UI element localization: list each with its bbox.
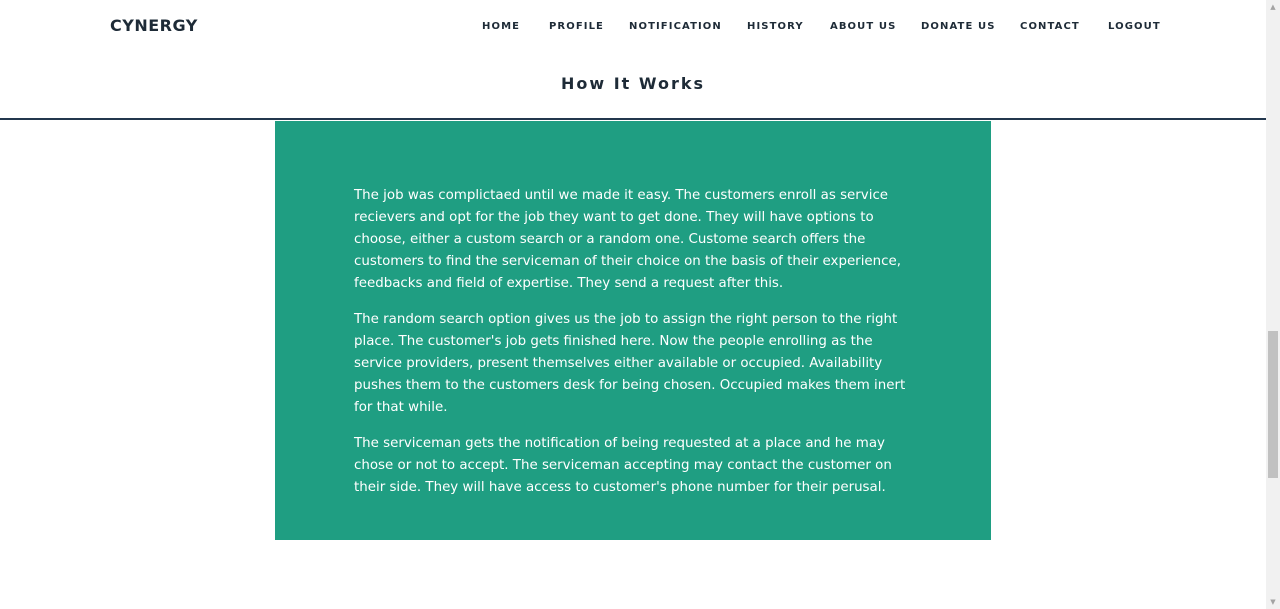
scrollbar-thumb[interactable] [1268, 331, 1278, 478]
nav-donate-us[interactable]: DONATE US [921, 20, 996, 34]
nav-home[interactable]: HOME [482, 20, 520, 34]
how-it-works-text: The job was complictaed until we made it… [354, 185, 914, 513]
nav-about-us[interactable]: ABOUT US [830, 20, 896, 34]
page: CYNERGY HOME PROFILE NOTIFICATION HISTOR… [0, 0, 1280, 609]
how-it-works-panel: The job was complictaed until we made it… [275, 121, 991, 540]
nav-logout[interactable]: LOGOUT [1108, 20, 1161, 34]
paragraph: The random search option gives us the jo… [354, 312, 906, 415]
scroll-up-icon[interactable]: ▲ [1266, 0, 1280, 14]
main-nav: HOME PROFILE NOTIFICATION HISTORY ABOUT … [0, 20, 1266, 34]
paragraph: The job was complictaed until we made it… [354, 188, 901, 291]
scroll-down-icon[interactable]: ▼ [1266, 595, 1280, 609]
nav-notification[interactable]: NOTIFICATION [629, 20, 722, 34]
section-title: How It Works [560, 74, 706, 93]
nav-history[interactable]: HISTORY [747, 20, 804, 34]
paragraph: The serviceman gets the notification of … [354, 436, 892, 495]
site-header: CYNERGY HOME PROFILE NOTIFICATION HISTOR… [0, 0, 1266, 120]
nav-contact[interactable]: CONTACT [1020, 20, 1080, 34]
nav-profile[interactable]: PROFILE [549, 20, 604, 34]
vertical-scrollbar[interactable]: ▲ ▼ [1266, 0, 1280, 609]
